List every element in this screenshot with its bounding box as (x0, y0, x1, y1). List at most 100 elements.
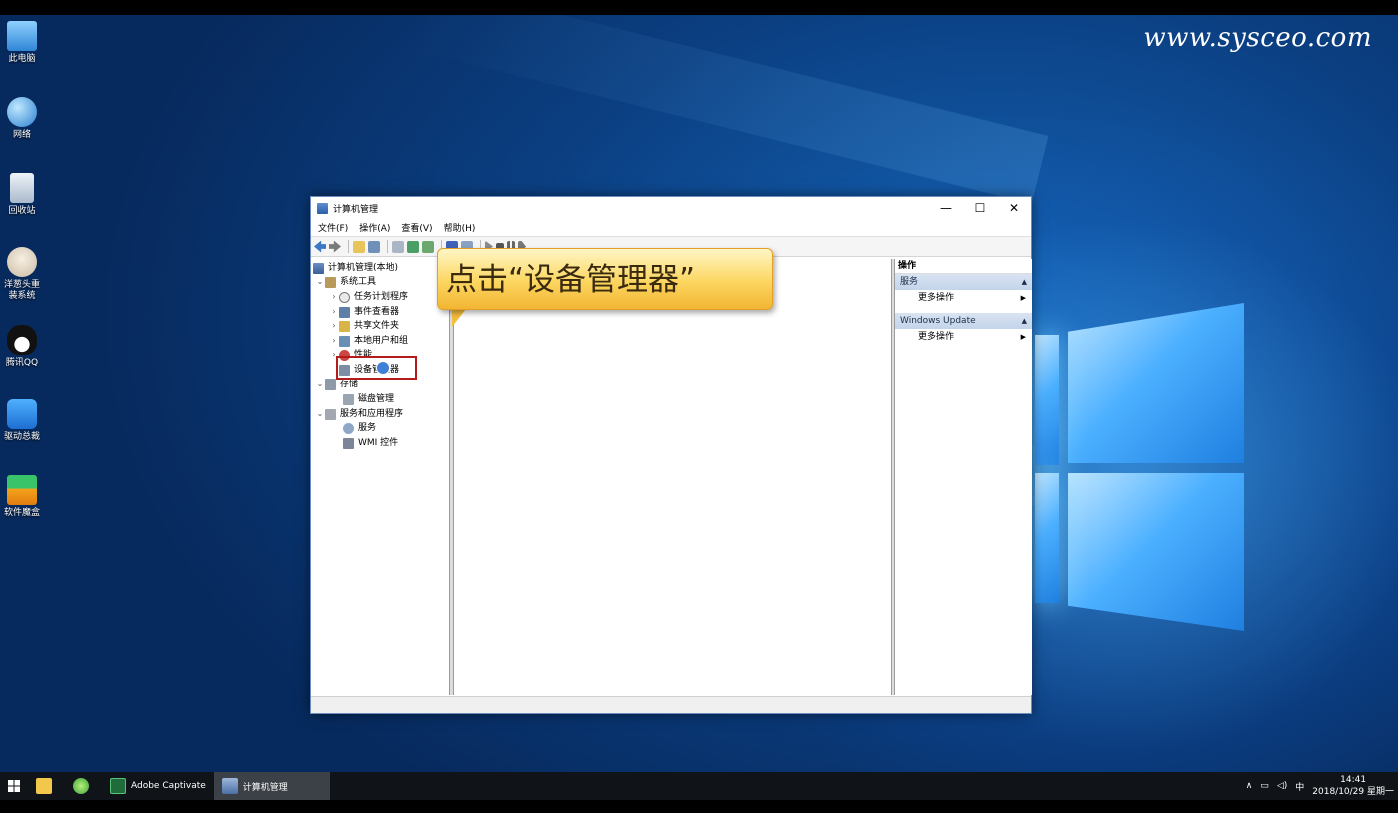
clock[interactable]: 14:41 2018/10/29 星期一 (1312, 774, 1394, 798)
storage-icon (325, 378, 336, 390)
tree-item-label: 计算机管理(本地) (328, 263, 399, 273)
actions-header: 操作 (895, 259, 1032, 274)
content-panes: 计算机管理(本地) ⌄ 系统工具 › 任务计划程序 › 事件查看器 › 共享文件… (311, 259, 1032, 695)
desktop-icon-this-pc[interactable]: 此电脑 (0, 21, 44, 65)
tree-item-root[interactable]: 计算机管理(本地) (313, 261, 398, 275)
chevron-right-icon[interactable]: › (329, 319, 339, 333)
actions-section-label: 服务 (900, 277, 919, 287)
recycle-bin-icon (10, 173, 34, 203)
tools-icon (325, 276, 336, 288)
tree-item-label: 服务和应用程序 (340, 409, 404, 419)
taskbar-label: Adobe Captivate (131, 781, 206, 791)
minimize-button[interactable]: — (929, 197, 963, 219)
tree-item-label: 共享文件夹 (354, 321, 400, 331)
actions-more-actions-1[interactable]: 更多操作 ▶ (895, 290, 1032, 307)
desktop-icon-label: 网络 (12, 130, 31, 140)
menu-help[interactable]: 帮助(H) (444, 221, 476, 234)
title-bar[interactable]: 计算机管理 — ☐ ✕ (311, 197, 1031, 219)
chevron-down-icon[interactable]: ⌄ (315, 377, 325, 391)
tree-item-label: 本地用户和组 (354, 336, 409, 346)
tree-item-shared-folders[interactable]: › 共享文件夹 (329, 319, 399, 333)
start-button[interactable] (0, 772, 28, 800)
desktop-icon-reinstall-system[interactable]: 洋葱头重装系统 (0, 247, 44, 302)
menu-bar: 文件(F) 操作(A) 查看(V) 帮助(H) (311, 219, 1031, 236)
collapse-up-icon[interactable]: ▲ (1022, 313, 1027, 329)
chevron-down-icon[interactable]: ⌄ (315, 407, 325, 421)
close-button[interactable]: ✕ (997, 197, 1031, 219)
chevron-right-icon[interactable]: › (329, 305, 339, 319)
event-viewer-icon (339, 306, 350, 318)
properties-icon[interactable] (392, 240, 404, 253)
maximize-button[interactable]: ☐ (963, 197, 997, 219)
windows-start-icon (8, 780, 20, 792)
tree-item-event-viewer[interactable]: › 事件查看器 (329, 305, 399, 319)
menu-file[interactable]: 文件(F) (318, 221, 348, 234)
navigation-tree: 计算机管理(本地) ⌄ 系统工具 › 任务计划程序 › 事件查看器 › 共享文件… (311, 259, 450, 695)
desktop-icon-software-box[interactable]: 软件魔盒 (0, 475, 44, 519)
tree-item-label: 任务计划程序 (354, 292, 409, 302)
desktop-icon-network[interactable]: 网络 (0, 97, 44, 141)
windows-logo-pane (1068, 473, 1244, 631)
computer-management-icon (313, 262, 324, 274)
desktop-icon-label: 驱动总裁 (3, 432, 40, 442)
tree-item-label: 磁盘管理 (358, 394, 395, 404)
taskbar-file-explorer[interactable] (28, 772, 65, 800)
chevron-right-icon[interactable]: › (329, 334, 339, 348)
wmi-icon (343, 437, 354, 449)
tree-item-local-users[interactable]: › 本地用户和组 (329, 334, 408, 348)
tree-item-wmi[interactable]: WMI 控件 (343, 436, 398, 450)
desktop-icon-qq[interactable]: 腾讯QQ (0, 325, 44, 369)
chevron-right-icon: ▶ (1020, 333, 1026, 341)
collapse-up-icon[interactable]: ▲ (1022, 274, 1027, 290)
tree-item-system-tools[interactable]: ⌄ 系统工具 (315, 275, 376, 289)
computer-management-icon (317, 202, 328, 214)
desktop-icon-label: 腾讯QQ (5, 358, 39, 368)
ime-indicator[interactable]: 中 (1295, 780, 1304, 793)
status-bar (311, 696, 1031, 713)
desktop-icon-recycle-bin[interactable]: 回收站 (0, 173, 44, 217)
desktop-icon-driver[interactable]: 驱动总裁 (0, 399, 44, 443)
desktop-icon-label: 此电脑 (8, 54, 36, 64)
forward-arrow-icon[interactable] (329, 240, 341, 253)
show-hide-tree-icon[interactable] (368, 240, 380, 253)
watermark-text: www.sysceo.com (1143, 23, 1372, 53)
actions-section-label: Windows Update (900, 316, 976, 326)
windows-logo-pane (1068, 303, 1244, 463)
tree-item-label: WMI 控件 (358, 438, 399, 448)
tree-item-disk-management[interactable]: 磁盘管理 (343, 392, 394, 406)
taskbar-computer-management[interactable]: 计算机管理 (213, 772, 330, 800)
volume-icon[interactable]: ◁) (1277, 781, 1287, 791)
disk-icon (343, 393, 354, 405)
computer-icon (7, 21, 37, 51)
show-hidden-icons-icon[interactable]: ∧ (1246, 781, 1253, 791)
actions-section-windows-update[interactable]: Windows Update ▲ (895, 313, 1032, 329)
chevron-right-icon[interactable]: › (329, 290, 339, 304)
taskbar-browser[interactable] (65, 772, 102, 800)
refresh-icon[interactable] (407, 240, 419, 253)
computer-management-icon (221, 778, 238, 794)
up-folder-icon[interactable] (353, 240, 365, 253)
callout-tail (452, 309, 466, 327)
tree-item-services[interactable]: 服务 (343, 421, 376, 435)
onion-head-icon (7, 247, 37, 277)
software-box-icon (7, 475, 37, 505)
actions-more-actions-2[interactable]: 更多操作 ▶ (895, 329, 1032, 346)
click-cursor-icon (376, 361, 390, 375)
windows-logo-pane (1035, 335, 1059, 465)
taskbar-label: 计算机管理 (242, 782, 288, 793)
actions-item-label: 更多操作 (918, 293, 955, 303)
back-arrow-icon[interactable] (314, 240, 326, 253)
tree-item-services-apps[interactable]: ⌄ 服务和应用程序 (315, 407, 403, 421)
desktop-icon-label: 洋葱头重装系统 (3, 280, 40, 301)
actions-section-services[interactable]: 服务 ▲ (895, 274, 1032, 290)
menu-action[interactable]: 操作(A) (359, 221, 390, 234)
chevron-down-icon[interactable]: ⌄ (315, 275, 325, 289)
menu-view[interactable]: 查看(V) (401, 221, 432, 234)
export-list-icon[interactable] (422, 240, 434, 253)
qq-penguin-icon (7, 325, 37, 355)
taskbar-adobe-captivate[interactable]: Adobe Captivate (102, 772, 214, 800)
tree-item-label: 事件查看器 (354, 307, 400, 317)
network-tray-icon[interactable]: ▭ (1260, 781, 1269, 791)
tree-item-task-scheduler[interactable]: › 任务计划程序 (329, 290, 408, 304)
window-title: 计算机管理 (333, 204, 379, 215)
